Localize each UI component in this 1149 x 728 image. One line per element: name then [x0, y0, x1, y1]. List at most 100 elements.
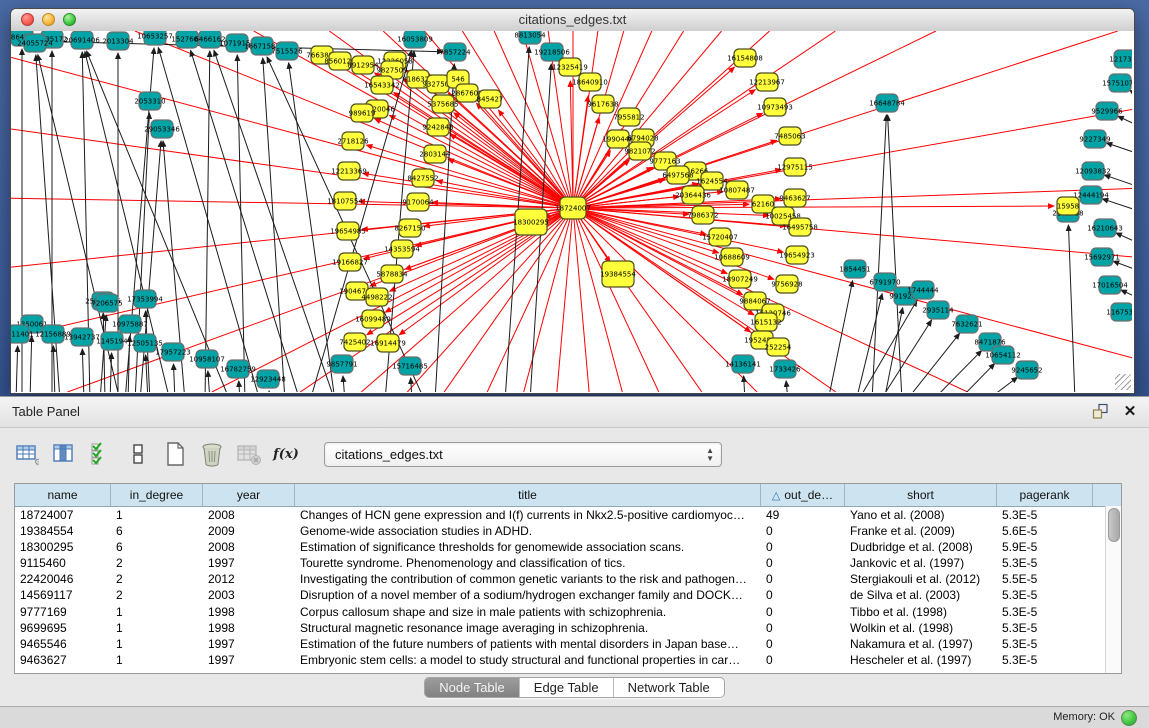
- table-cell[interactable]: 1997: [203, 555, 295, 571]
- graph-node[interactable]: 9529966: [1091, 102, 1123, 120]
- graph-node[interactable]: 8267150: [394, 219, 425, 237]
- table-selector-dropdown[interactable]: citations_edges.txt ▲▼: [324, 442, 722, 467]
- table-cell[interactable]: Changes of HCN gene expression and I(f) …: [295, 507, 761, 523]
- table-cell[interactable]: 5.3E-5: [997, 620, 1093, 636]
- graph-node[interactable]: 15692971: [1084, 248, 1120, 266]
- graph-node[interactable]: 2013304: [102, 32, 134, 50]
- graph-node[interactable]: 9227349: [1079, 130, 1110, 148]
- graph-node[interactable]: 1217304: [1109, 50, 1132, 68]
- graph-node[interactable]: 7206575: [91, 294, 122, 312]
- table-cell[interactable]: Franke et al. (2009): [845, 523, 997, 539]
- graph-node[interactable]: 7485063: [774, 127, 805, 145]
- graph-node[interactable]: 15751074: [1102, 74, 1132, 92]
- table-cell[interactable]: 5.3E-5: [997, 604, 1093, 620]
- table-cell[interactable]: 9699695: [15, 620, 111, 636]
- graph-node[interactable]: 8427552: [407, 169, 438, 187]
- graph-node[interactable]: 18724007: [555, 197, 591, 219]
- table-cell[interactable]: 49: [761, 507, 845, 523]
- graph-node[interactable]: 7632621: [951, 315, 982, 333]
- table-cell[interactable]: 1998: [203, 620, 295, 636]
- table-cell[interactable]: 5.3E-5: [997, 587, 1093, 603]
- graph-node[interactable]: 1854451: [839, 260, 870, 278]
- table-row[interactable]: 1872400712008Changes of HCN gene express…: [15, 507, 1121, 523]
- graph-node[interactable]: 12213369: [331, 162, 367, 180]
- table-cell[interactable]: 1: [111, 507, 203, 523]
- table-cell[interactable]: Stergiakouli et al. (2012): [845, 571, 997, 587]
- table-cell[interactable]: 2: [111, 587, 203, 603]
- table-cell[interactable]: 2: [111, 555, 203, 571]
- graph-node[interactable]: 5878834: [376, 265, 408, 283]
- graph-node[interactable]: 7515526: [271, 42, 303, 60]
- graph-node[interactable]: 16099489: [355, 310, 391, 328]
- table-row[interactable]: 977716911998Corpus callosum shape and si…: [15, 604, 1121, 620]
- table-row[interactable]: 946554611997Estimation of the future num…: [15, 636, 1121, 652]
- tab-edge-table[interactable]: Edge Table: [520, 678, 614, 697]
- table-cell[interactable]: 2012: [203, 571, 295, 587]
- column-header-pagerank[interactable]: pagerank: [997, 484, 1093, 506]
- graph-node[interactable]: 29053346: [144, 120, 180, 138]
- column-header-title[interactable]: title: [295, 484, 761, 506]
- graph-node[interactable]: 16210643: [1087, 219, 1123, 237]
- graph-node[interactable]: 5375685: [427, 95, 458, 113]
- table-row[interactable]: 1456911722003Disruption of a novel membe…: [15, 587, 1121, 603]
- table-cell[interactable]: 1: [111, 620, 203, 636]
- table-cell[interactable]: Wolkin et al. (1998): [845, 620, 997, 636]
- table-row[interactable]: 2242004622012Investigating the contribut…: [15, 571, 1121, 587]
- graph-node[interactable]: 9617638: [587, 95, 618, 113]
- table-scrollbar-thumb[interactable]: [1108, 508, 1120, 542]
- table-cell[interactable]: 1: [111, 652, 203, 668]
- table-cell[interactable]: 0: [761, 523, 845, 539]
- table-cell[interactable]: 18300295: [15, 539, 111, 555]
- column-header-name[interactable]: name: [15, 484, 111, 506]
- graph-node[interactable]: 14353594: [384, 240, 420, 258]
- table-cell[interactable]: 0: [761, 571, 845, 587]
- table-cell[interactable]: Dudbridge et al. (2008): [845, 539, 997, 555]
- table-cell[interactable]: 2003: [203, 587, 295, 603]
- function-builder-button[interactable]: f(x): [273, 441, 299, 467]
- table-cell[interactable]: 18724007: [15, 507, 111, 523]
- column-header-year[interactable]: year: [203, 484, 295, 506]
- table-cell[interactable]: 1997: [203, 652, 295, 668]
- graph-node[interactable]: 20691406: [64, 31, 100, 49]
- graph-node[interactable]: 4498222: [361, 288, 392, 306]
- table-cell[interactable]: Estimation of the future numbers of pati…: [295, 636, 761, 652]
- table-cell[interactable]: Hescheler et al. (1997): [845, 652, 997, 668]
- table-cell[interactable]: 2008: [203, 539, 295, 555]
- graph-node[interactable]: 2803144: [419, 145, 451, 163]
- table-cell[interactable]: 5.5E-5: [997, 571, 1093, 587]
- table-cell[interactable]: 0: [761, 652, 845, 668]
- table-cell[interactable]: 9465546: [15, 636, 111, 652]
- graph-node[interactable]: 9170064: [402, 193, 434, 211]
- table-cell[interactable]: 5.9E-5: [997, 539, 1093, 555]
- table-cell[interactable]: 6: [111, 523, 203, 539]
- table-row[interactable]: 911546021997Tourette syndrome. Phenomeno…: [15, 555, 1121, 571]
- graph-node[interactable]: 15720407: [702, 228, 738, 246]
- table-row[interactable]: 1938455462009Genome-wide association stu…: [15, 523, 1121, 539]
- table-cell[interactable]: Nakamura et al. (1997): [845, 636, 997, 652]
- table-cell[interactable]: 9463627: [15, 652, 111, 668]
- graph-node[interactable]: 14136141: [725, 355, 761, 373]
- row-height-button[interactable]: [125, 441, 151, 467]
- table-cell[interactable]: 5.3E-5: [997, 507, 1093, 523]
- graph-node[interactable]: 252254: [765, 338, 792, 356]
- graph-node[interactable]: 1733426: [769, 360, 801, 378]
- table-cell[interactable]: 0: [761, 620, 845, 636]
- table-cell[interactable]: 0: [761, 587, 845, 603]
- graph-node[interactable]: 9756928: [771, 275, 802, 293]
- graph-node[interactable]: 18300295: [513, 209, 549, 235]
- table-row[interactable]: 1830029562008Estimation of significance …: [15, 539, 1121, 555]
- table-row[interactable]: 969969511998Structural magnetic resonanc…: [15, 620, 1121, 636]
- table-cell[interactable]: Tourette syndrome. Phenomenology and cla…: [295, 555, 761, 571]
- graph-node[interactable]: 12975115: [777, 158, 813, 176]
- tab-node-table[interactable]: Node Table: [425, 678, 520, 697]
- row-selection-button[interactable]: [88, 441, 114, 467]
- table-cell[interactable]: 2009: [203, 523, 295, 539]
- table-cell[interactable]: Corpus callosum shape and size in male p…: [295, 604, 761, 620]
- table-cell[interactable]: Jankovic et al. (1997): [845, 555, 997, 571]
- graph-node[interactable]: 16648784: [869, 94, 905, 112]
- table-cell[interactable]: 14569117: [15, 587, 111, 603]
- close-panel-icon[interactable]: ✕: [1121, 402, 1139, 420]
- table-cell[interactable]: Genome-wide association studies in ADHD.: [295, 523, 761, 539]
- table-cell[interactable]: 6: [111, 539, 203, 555]
- graph-node[interactable]: 1615132: [750, 313, 781, 331]
